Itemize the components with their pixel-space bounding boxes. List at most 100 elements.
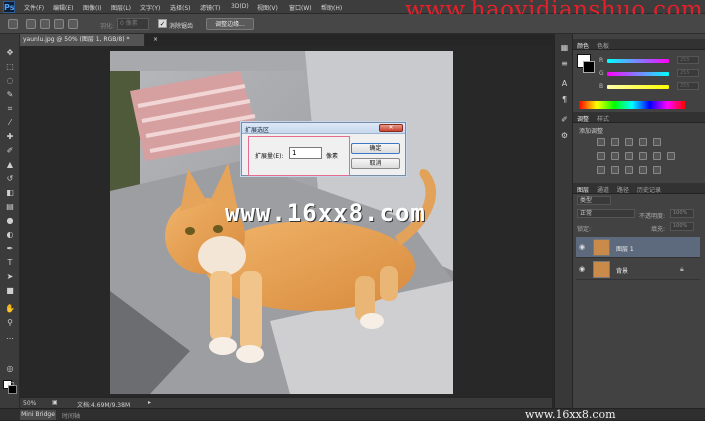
selective-color-icon[interactable] [653, 166, 661, 174]
feather-input[interactable]: 0 像素 [117, 18, 149, 30]
add-selection-icon[interactable] [40, 19, 50, 29]
tab-swatches[interactable]: 色板 [597, 41, 609, 50]
quick-mask-icon[interactable]: ◎ [5, 364, 15, 374]
gradient-map-icon[interactable] [639, 166, 647, 174]
tab-color[interactable]: 颜色 [577, 41, 589, 50]
color-lookup-icon[interactable] [667, 152, 675, 160]
mini-bridge-tab[interactable]: Mini Bridge [20, 410, 56, 420]
photo-filter-icon[interactable] [639, 152, 647, 160]
pen-tool-icon[interactable]: ✒ [5, 244, 15, 254]
document-tab[interactable]: yaunlu.jpg @ 50% (图层 1, RGB/8) * × [20, 34, 158, 46]
brush-panel-icon[interactable]: ✐ [559, 114, 570, 125]
color-balance-icon[interactable] [611, 152, 619, 160]
status-menu-icon[interactable]: ▸ [148, 399, 151, 406]
dialog-titlebar[interactable]: 扩展选区 ✕ [242, 123, 405, 134]
zoom-tool-icon[interactable]: ⚲ [5, 318, 15, 328]
ok-button[interactable]: 确定 [351, 143, 400, 154]
channel-mixer-icon[interactable] [653, 152, 661, 160]
tab-styles[interactable]: 样式 [597, 114, 609, 123]
menu-type[interactable]: 文字(Y) [140, 3, 160, 12]
invert-icon[interactable] [597, 166, 605, 174]
menu-file[interactable]: 文件(F) [24, 3, 44, 12]
refine-edge-button[interactable]: 调整边缘... [206, 18, 254, 30]
slider-g-value[interactable]: 255 [677, 69, 699, 77]
color-background-swatch[interactable] [583, 61, 595, 73]
expand-by-input[interactable]: 1 [289, 147, 322, 159]
exposure-icon[interactable] [639, 138, 647, 146]
tab-channels[interactable]: 通道 [597, 185, 609, 194]
properties-panel-icon[interactable]: ≡ [559, 58, 570, 69]
layer-filter-select[interactable]: 类型 [577, 196, 611, 205]
eraser-tool-icon[interactable]: ◧ [5, 188, 15, 198]
vibrance-icon[interactable] [653, 138, 661, 146]
screen-mode-icon[interactable]: ▭ [6, 379, 16, 389]
threshold-icon[interactable] [625, 166, 633, 174]
slider-b-value[interactable]: 255 [677, 82, 699, 90]
history-brush-tool-icon[interactable]: ↺ [5, 174, 15, 184]
curves-icon[interactable] [625, 138, 633, 146]
dodge-tool-icon[interactable]: ◐ [5, 230, 15, 240]
paragraph-panel-icon[interactable]: ¶ [559, 94, 570, 105]
eye-icon[interactable]: ◉ [579, 243, 585, 251]
move-tool-icon[interactable]: ✥ [5, 48, 15, 58]
fill-input[interactable]: 100% [670, 222, 694, 231]
levels-icon[interactable] [611, 138, 619, 146]
hue-saturation-icon[interactable] [597, 152, 605, 160]
blur-tool-icon[interactable]: ● [5, 216, 15, 226]
type-tool-icon[interactable]: T [5, 258, 15, 268]
status-arrow-icon[interactable]: ▣ [52, 399, 58, 406]
menu-image[interactable]: 图像(I) [83, 3, 101, 12]
quick-select-tool-icon[interactable]: ✎ [5, 90, 15, 100]
black-white-icon[interactable] [625, 152, 633, 160]
tab-paths[interactable]: 路径 [617, 185, 629, 194]
brightness-contrast-icon[interactable] [597, 138, 605, 146]
cancel-button[interactable]: 取消 [351, 158, 400, 169]
stamp-tool-icon[interactable]: ▲ [5, 160, 15, 170]
healing-tool-icon[interactable]: ✚ [5, 132, 15, 142]
menu-select[interactable]: 选择(S) [170, 3, 191, 12]
tab-adjustments[interactable]: 调整 [577, 114, 589, 123]
menu-3d[interactable]: 3D(D) [231, 3, 249, 10]
eyedropper-tool-icon[interactable]: ⁄ [5, 118, 15, 128]
lasso-preset-icon[interactable] [8, 19, 18, 29]
eye-icon[interactable]: ◉ [579, 265, 585, 273]
tab-layers[interactable]: 图层 [577, 185, 589, 194]
layer-row[interactable]: ◉ 背景 🔒︎ [576, 259, 700, 280]
extra-tools-icon[interactable]: … [5, 332, 15, 342]
close-icon[interactable]: × [153, 34, 158, 46]
zoom-level[interactable]: 50% [23, 400, 36, 407]
crop-tool-icon[interactable]: ⌗ [5, 104, 15, 114]
slider-g[interactable] [607, 72, 669, 76]
menu-filter[interactable]: 滤镜(T) [200, 3, 220, 12]
tab-history[interactable]: 历史记录 [637, 185, 661, 194]
clone-source-panel-icon[interactable]: ⚙ [559, 130, 570, 141]
lasso-tool-icon[interactable]: ◌ [5, 76, 15, 86]
new-selection-icon[interactable] [26, 19, 36, 29]
slider-r[interactable] [607, 59, 669, 63]
marquee-tool-icon[interactable]: ⬚ [5, 62, 15, 72]
slider-b[interactable] [607, 85, 669, 89]
path-select-tool-icon[interactable]: ➤ [5, 272, 15, 282]
dialog-close-button[interactable]: ✕ [379, 124, 403, 132]
timeline-tab[interactable]: 时间轴 [62, 411, 80, 420]
gradient-tool-icon[interactable]: ▤ [5, 202, 15, 212]
menu-help[interactable]: 帮助(H) [321, 3, 342, 12]
menu-edit[interactable]: 编辑(E) [53, 3, 73, 12]
posterize-icon[interactable] [611, 166, 619, 174]
history-panel-icon[interactable]: ▦ [559, 42, 570, 53]
opacity-input[interactable]: 100% [670, 209, 694, 218]
menu-view[interactable]: 视图(V) [257, 3, 278, 12]
canvas[interactable]: www.16xx8.com [110, 51, 453, 394]
slider-r-value[interactable]: 255 [677, 56, 699, 64]
menu-window[interactable]: 窗口(W) [289, 3, 312, 12]
color-spectrum-bar[interactable] [579, 101, 685, 109]
shape-tool-icon[interactable]: ■ [5, 286, 15, 296]
intersect-selection-icon[interactable] [68, 19, 78, 29]
layer-row[interactable]: ◉ 图层 1 [576, 237, 700, 258]
antialias-checkbox[interactable]: ✓ [158, 19, 167, 28]
subtract-selection-icon[interactable] [54, 19, 64, 29]
hand-tool-icon[interactable]: ✋ [5, 304, 15, 314]
character-panel-icon[interactable]: A [559, 78, 570, 89]
brush-tool-icon[interactable]: ✐ [5, 146, 15, 156]
menu-layer[interactable]: 图层(L) [111, 3, 131, 12]
